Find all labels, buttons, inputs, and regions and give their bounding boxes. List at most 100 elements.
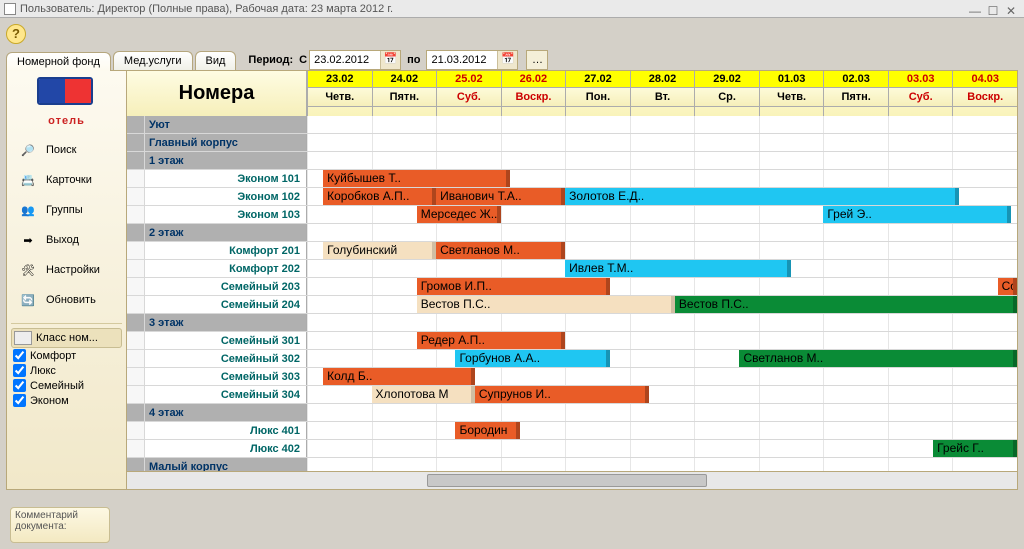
grid-body[interactable]: УютГлавный корпус1 этажЭконом 101 Куйбыше… bbox=[127, 116, 1017, 471]
tab-Вид[interactable]: Вид bbox=[195, 51, 237, 70]
room-row[interactable]: Семейный 301Редер А.П.. bbox=[127, 332, 1017, 350]
kartochki-icon: 📇 bbox=[16, 170, 40, 190]
day-col-24.02[interactable]: 24.02Пятн. bbox=[372, 71, 437, 116]
sidebar-vykhod[interactable]: ➡Выход bbox=[11, 227, 122, 253]
booking-bar[interactable]: Громов И.П.. bbox=[417, 278, 611, 295]
filter-Комфорт[interactable]: Комфорт bbox=[11, 348, 122, 363]
sidebar-obnovit[interactable]: 🔄Обновить bbox=[11, 287, 122, 313]
filter-Семейный-checkbox[interactable] bbox=[13, 379, 26, 392]
day-col-03.03[interactable]: 03.03Суб. bbox=[888, 71, 953, 116]
period-from-calendar-icon[interactable]: 📅 bbox=[380, 51, 400, 69]
filter-Люкс-checkbox[interactable] bbox=[13, 364, 26, 377]
booking-bar[interactable]: Иванович Т.А.. bbox=[436, 188, 565, 205]
room-name: Люкс 401 bbox=[145, 422, 306, 439]
day-col-25.02[interactable]: 25.02Суб. bbox=[436, 71, 501, 116]
room-name: Семейный 203 bbox=[145, 278, 306, 295]
close-button[interactable]: ✕ bbox=[1002, 2, 1020, 16]
filter-Комфорт-checkbox[interactable] bbox=[13, 349, 26, 362]
horizontal-scrollbar[interactable] bbox=[127, 471, 1017, 489]
booking-bar[interactable]: Светланов М.. bbox=[739, 350, 1017, 367]
booking-bar[interactable]: Горбунов А.А.. bbox=[455, 350, 610, 367]
booking-bar[interactable]: Редер А.П.. bbox=[417, 332, 565, 349]
document-comment[interactable]: Комментарий документа: bbox=[10, 507, 110, 543]
group-row[interactable]: Уют bbox=[127, 116, 1017, 134]
group-row[interactable]: 3 этаж bbox=[127, 314, 1017, 332]
room-row[interactable]: Семейный 204Вестов П.С..Вестов П.С.. bbox=[127, 296, 1017, 314]
rooms-header: Номера bbox=[127, 71, 307, 116]
sidebar-gruppy-label: Группы bbox=[46, 204, 83, 216]
room-name: Эконом 101 bbox=[145, 170, 306, 187]
booking-bar[interactable]: Грей Э.. bbox=[823, 206, 1010, 223]
tab-Мед.услуги[interactable]: Мед.услуги bbox=[113, 51, 193, 70]
period-select-button[interactable]: … bbox=[526, 50, 548, 70]
sidebar: отель 🔎Поиск📇Карточки👥Группы➡Выход🛠Настр… bbox=[7, 71, 127, 489]
filter-Семейный[interactable]: Семейный bbox=[11, 378, 122, 393]
room-row[interactable]: Комфорт 201ГолубинскийСветланов М.. bbox=[127, 242, 1017, 260]
room-row[interactable]: Семейный 203 Громов И.П.. Сос bbox=[127, 278, 1017, 296]
room-row[interactable]: Люкс 402Грейс Г.. bbox=[127, 440, 1017, 458]
booking-bar[interactable]: Золотов Е.Д.. bbox=[565, 188, 959, 205]
room-row[interactable]: Люкс 401 Бородин bbox=[127, 422, 1017, 440]
filter-Эконом-checkbox[interactable] bbox=[13, 394, 26, 407]
day-col-26.02[interactable]: 26.02Воскр. bbox=[501, 71, 566, 116]
period-from-input[interactable] bbox=[310, 52, 380, 68]
room-row[interactable]: Семейный 302Горбунов А.А..Светланов М.. bbox=[127, 350, 1017, 368]
day-col-01.03[interactable]: 01.03Четв. bbox=[759, 71, 824, 116]
room-row[interactable]: Комфорт 202 Ивлев Т.М.. bbox=[127, 260, 1017, 278]
maximize-button[interactable]: ☐ bbox=[984, 2, 1002, 16]
booking-bar[interactable]: Бородин bbox=[455, 422, 520, 439]
poisk-icon: 🔎 bbox=[16, 140, 40, 160]
group-row[interactable]: 4 этаж bbox=[127, 404, 1017, 422]
booking-bar[interactable]: Сос bbox=[998, 278, 1017, 295]
room-name: 3 этаж bbox=[145, 314, 306, 331]
booking-bar[interactable]: Светланов М.. bbox=[436, 242, 565, 259]
help-button[interactable]: ? bbox=[6, 24, 26, 44]
booking-bar[interactable]: Вестов П.С.. bbox=[675, 296, 1017, 313]
day-col-02.03[interactable]: 02.03Пятн. bbox=[823, 71, 888, 116]
day-col-04.03[interactable]: 04.03Воскр. bbox=[952, 71, 1017, 116]
sidebar-poisk[interactable]: 🔎Поиск bbox=[11, 137, 122, 163]
booking-bar[interactable]: Колд Б.. bbox=[323, 368, 475, 385]
period-to-prefix: по bbox=[407, 54, 420, 66]
period-to-box: 📅 bbox=[426, 50, 518, 70]
room-row[interactable]: Семейный 304Хлопотова МСупрунов И.. bbox=[127, 386, 1017, 404]
group-row[interactable]: 2 этаж bbox=[127, 224, 1017, 242]
period-from-box: 📅 bbox=[309, 50, 401, 70]
scrollbar-thumb[interactable] bbox=[427, 474, 707, 487]
period-to-input[interactable] bbox=[427, 52, 497, 68]
room-row[interactable]: Семейный 303Колд Б.. bbox=[127, 368, 1017, 386]
day-col-27.02[interactable]: 27.02Пон. bbox=[565, 71, 630, 116]
room-row[interactable]: Эконом 103Мерседес Ж..Грей Э.. bbox=[127, 206, 1017, 224]
booking-bar[interactable]: Голубинский bbox=[323, 242, 436, 259]
sidebar-kartochki[interactable]: 📇Карточки bbox=[11, 167, 122, 193]
booking-bar[interactable]: Мерседес Ж.. bbox=[417, 206, 501, 223]
booking-bar[interactable]: Коробков А.П.. bbox=[323, 188, 436, 205]
tab-Номерной фонд[interactable]: Номерной фонд bbox=[6, 52, 111, 71]
booking-bar[interactable]: Грейс Г.. bbox=[933, 440, 1017, 457]
booking-bar[interactable]: Куйбышев Т.. bbox=[323, 170, 510, 187]
booking-bar[interactable]: Ивлев Т.М.. bbox=[565, 260, 791, 277]
window-titlebar: Пользователь: Директор (Полные права), Р… bbox=[0, 0, 1024, 18]
room-name: Главный корпус bbox=[145, 134, 306, 151]
filter-Люкс[interactable]: Люкс bbox=[11, 363, 122, 378]
sidebar-gruppy[interactable]: 👥Группы bbox=[11, 197, 122, 223]
room-row[interactable]: Эконом 102Коробков А.П..Иванович Т.А..Зо… bbox=[127, 188, 1017, 206]
sidebar-vykhod-label: Выход bbox=[46, 234, 79, 246]
room-row[interactable]: Эконом 101 Куйбышев Т.. bbox=[127, 170, 1017, 188]
period-to-calendar-icon[interactable]: 📅 bbox=[497, 51, 517, 69]
booking-bar[interactable]: Супрунов И.. bbox=[475, 386, 649, 403]
booking-bar[interactable]: Хлопотова М bbox=[372, 386, 475, 403]
filter-header[interactable]: Класс ном... bbox=[11, 328, 122, 348]
day-col-28.02[interactable]: 28.02Вт. bbox=[630, 71, 695, 116]
room-name: Комфорт 202 bbox=[145, 260, 306, 277]
booking-bar[interactable]: Вестов П.С.. bbox=[417, 296, 675, 313]
group-row[interactable]: Малый корпус bbox=[127, 458, 1017, 471]
day-col-29.02[interactable]: 29.02Ср. bbox=[694, 71, 759, 116]
filter-Эконом[interactable]: Эконом bbox=[11, 393, 122, 408]
day-col-23.02[interactable]: 23.02Четв. bbox=[307, 71, 372, 116]
group-row[interactable]: Главный корпус bbox=[127, 134, 1017, 152]
group-row[interactable]: 1 этаж bbox=[127, 152, 1017, 170]
sidebar-nastroyki[interactable]: 🛠Настройки bbox=[11, 257, 122, 283]
minimize-button[interactable]: — bbox=[966, 2, 984, 16]
sidebar-obnovit-label: Обновить bbox=[46, 294, 96, 306]
